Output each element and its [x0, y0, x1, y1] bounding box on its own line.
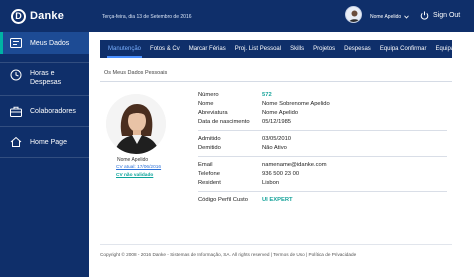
sidebar-item-horas-despesas[interactable]: Horas e Despesas	[0, 63, 89, 95]
field-value-numero: 572	[262, 92, 272, 98]
tab-bar: Manutenção Fotos & Cv Marcar Férias Proj…	[100, 40, 474, 58]
section-divider	[100, 81, 452, 82]
sign-out-button[interactable]: Sign Out	[420, 11, 460, 20]
logo-mark-icon: D	[11, 8, 26, 24]
user-avatar[interactable]	[345, 6, 362, 23]
home-icon	[10, 136, 22, 148]
field-value-nome: Nome Sobrenome Apelido	[262, 101, 330, 107]
sign-out-label: Sign Out	[433, 12, 461, 19]
sidebar-item-home-page[interactable]: Home Page	[0, 127, 89, 157]
field-value-codigo-perfil-custo: UI EXPERT	[262, 197, 293, 203]
field-value-data-nascimento: 05/12/1985	[262, 119, 292, 125]
user-name: Nome Apelido	[370, 14, 402, 20]
footer-divider	[100, 244, 452, 245]
sidebar-item-meus-dados[interactable]: Meus Dados	[0, 32, 89, 54]
field-divider	[198, 191, 447, 192]
briefcase-icon	[10, 105, 22, 117]
sidebar-item-label: Horas e Despesas	[30, 69, 61, 87]
clock-icon	[10, 69, 22, 81]
tab-equipa-atualizar[interactable]: Equipa Atualizar	[436, 40, 474, 58]
field-value-email: namename@idanke.com	[262, 162, 327, 168]
field-label-abreviatura: Abreviatura	[198, 110, 228, 116]
field-label-demitido: Demitido	[198, 145, 221, 151]
field-value-admitido: 03/05/2010	[262, 136, 292, 142]
field-divider	[198, 156, 447, 157]
field-value-demitido: Não Ativo	[262, 145, 287, 151]
field-label-nome: Nome	[198, 101, 214, 107]
tab-equipa-confirmar[interactable]: Equipa Confirmar	[380, 40, 427, 58]
sidebar: D Danke Meus Dados Horas e Despesas Cola…	[0, 0, 89, 277]
tab-proj-list-pessoal[interactable]: Proj. List Pessoal	[235, 40, 281, 58]
current-date: Terça-feira, dia 13 de Setembro de 2016	[102, 14, 192, 20]
sidebar-item-label: Colaboradores	[30, 107, 76, 115]
cv-current-link[interactable]: CV atual: 17/06/2016	[116, 165, 161, 170]
brand-logo[interactable]: D Danke	[0, 0, 89, 32]
footer-privacy-link[interactable]: Política de Privacidade	[309, 252, 357, 257]
tab-projetos[interactable]: Projetos	[313, 40, 335, 58]
chevron-down-icon	[404, 15, 409, 19]
field-label-numero: Número	[198, 92, 219, 98]
footer-separator: |	[270, 252, 272, 257]
footer: Copyright © 2008 - 2016 Danke - Sistemas…	[100, 252, 452, 257]
personal-data-panel: Os Meus Dados Pessoais Nome Apelido CV a…	[100, 58, 452, 268]
tab-marcar-ferias[interactable]: Marcar Férias	[189, 40, 226, 58]
footer-terms-link[interactable]: Termos de Uso	[273, 252, 305, 257]
tab-skills[interactable]: Skills	[290, 40, 304, 58]
sidebar-item-colaboradores[interactable]: Colaboradores	[0, 96, 89, 126]
footer-separator: |	[306, 252, 308, 257]
sidebar-item-label-line2: Despesas	[30, 79, 62, 86]
field-label-data-nascimento: Data de nascimento	[198, 119, 250, 125]
field-value-telefone: 936 500 23 00	[262, 171, 300, 177]
field-label-email: Email	[198, 162, 213, 168]
tab-despesas[interactable]: Despesas	[344, 40, 371, 58]
sidebar-item-label: Meus Dados	[30, 39, 70, 47]
sidebar-item-label: Home Page	[30, 138, 67, 146]
brand-name: Danke	[30, 10, 65, 22]
field-value-abreviatura: Nome Apelido	[262, 110, 299, 116]
power-icon	[420, 11, 429, 20]
profile-photo	[106, 94, 166, 154]
section-title: Os Meus Dados Pessoais	[104, 70, 168, 76]
field-label-admitido: Admitido	[198, 136, 221, 142]
top-header: Terça-feira, dia 13 de Setembro de 2016 …	[89, 0, 474, 32]
field-value-residente: Lisbon	[262, 180, 280, 186]
sidebar-item-label-line1: Horas e	[30, 70, 55, 77]
field-label-codigo-perfil-custo: Código Perfil Custo	[198, 197, 248, 203]
field-label-telefone: Telefone	[198, 171, 220, 177]
field-divider	[198, 130, 447, 131]
footer-copyright: Copyright © 2008 - 2016 Danke - Sistemas…	[100, 252, 270, 257]
tab-manutencao[interactable]: Manutenção	[106, 40, 143, 58]
cv-unvalidated-link[interactable]: CV não validado	[116, 173, 153, 178]
profile-name: Nome Apelido	[117, 157, 149, 163]
tab-fotos-cv[interactable]: Fotos & Cv	[150, 40, 180, 58]
user-menu[interactable]: Nome Apelido	[370, 14, 409, 20]
field-label-residente: Resident	[198, 180, 221, 186]
id-card-icon	[10, 37, 22, 49]
